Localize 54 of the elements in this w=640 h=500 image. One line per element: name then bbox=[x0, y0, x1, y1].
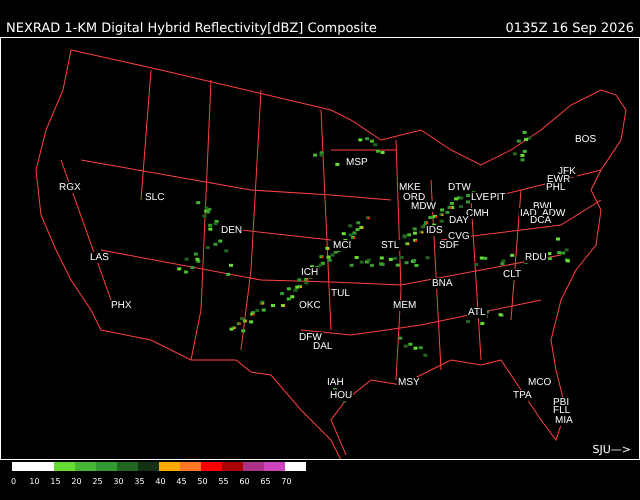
city-label: SDF bbox=[438, 240, 460, 251]
city-label: STL bbox=[380, 240, 400, 251]
city-label: DAL bbox=[312, 341, 334, 352]
city-label: CLT bbox=[502, 269, 522, 280]
city-label: HOU bbox=[329, 390, 354, 401]
scale-tick-label: 10 bbox=[28, 477, 41, 487]
scale-tick-label: 30 bbox=[112, 477, 125, 487]
city-label: ATL bbox=[467, 307, 487, 318]
city-label: RGX bbox=[58, 182, 82, 193]
city-label: OKC bbox=[298, 300, 322, 311]
city-label: DFW bbox=[298, 332, 323, 343]
scale-tick-label: 20 bbox=[70, 477, 83, 487]
city-label: PHX bbox=[110, 300, 133, 311]
scale-tick-label: 15 bbox=[49, 477, 62, 487]
city-label: TUL bbox=[330, 288, 351, 299]
scale-tick-label: 25 bbox=[91, 477, 104, 487]
city-label: FLL bbox=[552, 405, 572, 416]
city-label: MCI bbox=[332, 240, 352, 251]
city-label: MIA bbox=[554, 415, 574, 426]
city-label: DAY bbox=[448, 215, 470, 226]
city-label: LAS bbox=[89, 252, 110, 263]
timestamp: 0135Z 16 Sep 2026 bbox=[505, 21, 634, 37]
scale-tick-label: 45 bbox=[175, 477, 188, 487]
scale-tick-label: 50 bbox=[196, 477, 209, 487]
city-label: RDU bbox=[524, 252, 548, 263]
city-label: IDS bbox=[425, 225, 444, 236]
city-label: TPA bbox=[512, 390, 533, 401]
city-label: MDW bbox=[410, 201, 437, 212]
city-label: ICH bbox=[300, 267, 320, 278]
city-label: PHL bbox=[545, 182, 566, 193]
city-label: DEN bbox=[220, 225, 244, 236]
scale-tick-label: 40 bbox=[154, 477, 167, 487]
city-label: ORD bbox=[402, 192, 426, 203]
city-label: MKE bbox=[398, 182, 422, 193]
city-label: MSY bbox=[397, 377, 421, 388]
city-label: CVG bbox=[447, 231, 471, 242]
city-label: MEM bbox=[392, 300, 418, 311]
scale-tick-label: 55 bbox=[217, 477, 230, 487]
city-label: SLC bbox=[144, 192, 166, 203]
scale-tick-label: 35 bbox=[133, 477, 146, 487]
city-label: LVE bbox=[470, 192, 490, 203]
city-label: IAH bbox=[326, 377, 345, 388]
city-label: PIT bbox=[489, 192, 507, 203]
scale-tick-label: 60 bbox=[238, 477, 251, 487]
city-label: MCO bbox=[527, 377, 552, 388]
offmap-label: SJU—> bbox=[592, 444, 631, 456]
city-label: DTW bbox=[447, 182, 472, 193]
scale-tick-label: 65 bbox=[259, 477, 272, 487]
map-title: NEXRAD 1-KM Digital Hybrid Reflectivity[dBZ] Composite bbox=[6, 21, 377, 37]
scale-tick-label: 0 bbox=[10, 477, 18, 487]
city-label: BOS bbox=[574, 134, 598, 145]
city-label: BNA bbox=[431, 278, 454, 289]
city-label: MSP bbox=[345, 157, 369, 168]
scale-tick-label: 70 bbox=[280, 477, 293, 487]
